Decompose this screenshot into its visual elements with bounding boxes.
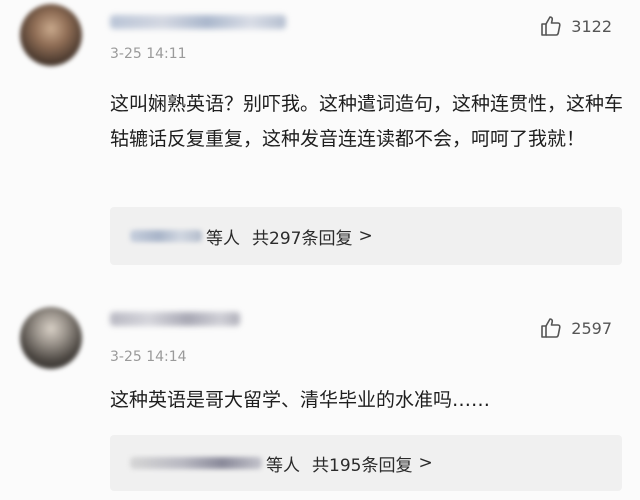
username-blurred[interactable]	[110, 15, 286, 29]
like-button[interactable]: 2597	[539, 316, 612, 340]
comment-item: 3-25 14:11 3122 这叫娴熟英语？别吓我。这种遣词造句，这种连贯性，…	[0, 0, 640, 285]
like-count: 2597	[571, 318, 612, 338]
avatar[interactable]	[20, 307, 82, 369]
reply-usernames-blurred	[130, 230, 202, 242]
reply-count: 共195条回复	[312, 455, 413, 476]
thumbs-up-icon	[539, 316, 563, 340]
reply-users-suffix: 等人	[206, 228, 240, 249]
comment-timestamp: 3-25 14:11	[110, 46, 187, 62]
chevron-right-icon: >	[418, 453, 433, 473]
reply-count: 共297条回复	[252, 228, 353, 249]
reply-summary[interactable]: 等人 共297条回复 >	[110, 207, 622, 265]
thumbs-up-icon	[539, 14, 563, 38]
comment-list: 3-25 14:11 3122 这叫娴熟英语？别吓我。这种遣词造句，这种连贯性，…	[0, 0, 640, 500]
reply-summary[interactable]: 等人 共195条回复 >	[110, 435, 622, 491]
like-button[interactable]: 3122	[539, 14, 612, 38]
chevron-right-icon: >	[358, 226, 373, 246]
username-blurred[interactable]	[110, 312, 240, 326]
comment-text: 这叫娴熟英语？别吓我。这种遣词造句，这种连贯性，这种车轱辘话反复重复，这种发音连…	[110, 93, 624, 150]
reply-usernames-blurred	[130, 457, 262, 469]
comment-text: 这种英语是哥大留学、清华毕业的水准吗……	[110, 389, 491, 411]
like-count: 3122	[571, 16, 612, 36]
comment-item: 3-25 14:14 2597 这种英语是哥大留学、清华毕业的水准吗…… 等人 …	[0, 285, 640, 500]
avatar[interactable]	[20, 4, 82, 66]
comment-timestamp: 3-25 14:14	[110, 349, 187, 365]
reply-users-suffix: 等人	[266, 455, 300, 476]
